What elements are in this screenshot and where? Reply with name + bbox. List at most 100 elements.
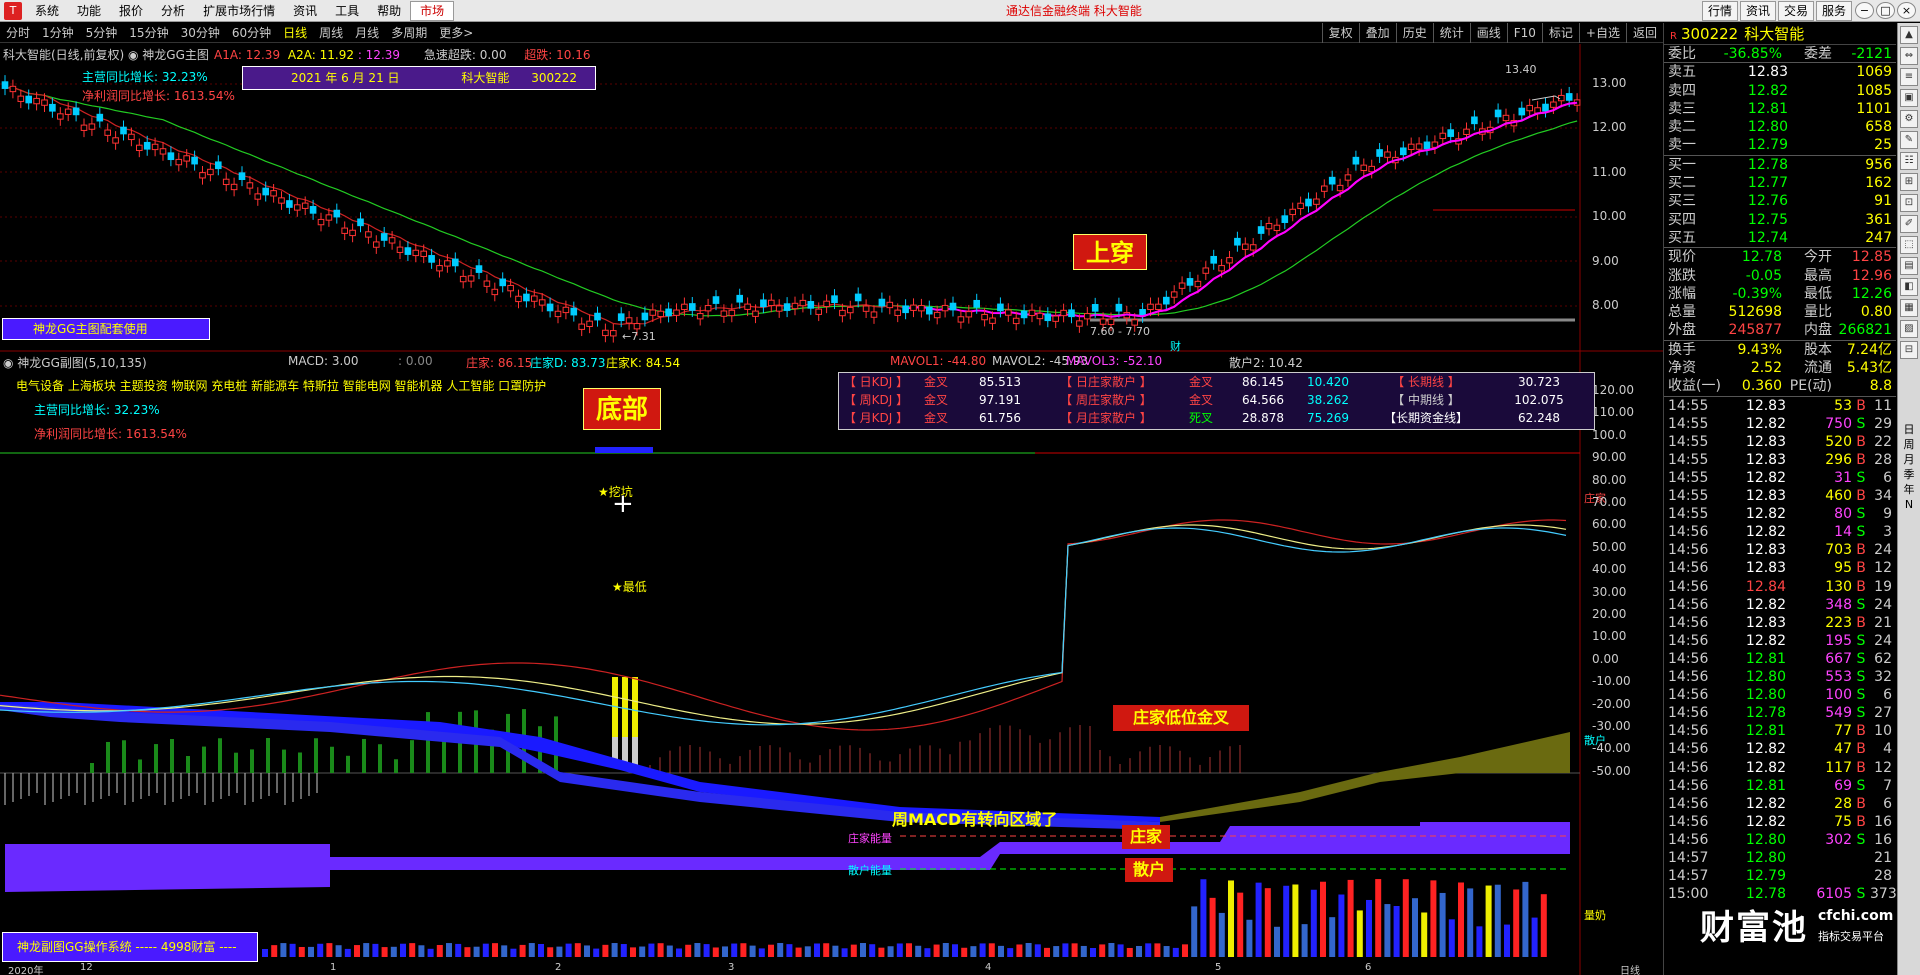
side-period-item[interactable]: 年 — [1898, 482, 1920, 497]
period-tab[interactable]: 15分钟 — [123, 23, 174, 43]
tick-row[interactable]: 14:55 12.83 296 B 28 — [1664, 451, 1896, 469]
tick-row[interactable]: 14:55 12.83 520 B 22 — [1664, 433, 1896, 451]
side-period-item[interactable]: 周 — [1898, 437, 1920, 452]
menu-item-market[interactable]: 市场 — [410, 0, 455, 21]
sell-row[interactable]: 卖四 12.82 1085 — [1664, 82, 1896, 100]
menu-item[interactable]: 帮助 — [368, 0, 410, 22]
period-tab[interactable]: 30分钟 — [175, 23, 226, 43]
side-tool-button[interactable]: ✎ — [1900, 131, 1918, 149]
side-tool-button[interactable]: ▣ — [1900, 89, 1918, 107]
tick-row[interactable]: 14:56 12.82 47 B 4 — [1664, 740, 1896, 758]
close-icon[interactable]: × — [1897, 2, 1916, 19]
menu-item[interactable]: 报价 — [110, 0, 152, 22]
side-tool-button[interactable]: ▦ — [1900, 299, 1918, 317]
buy-row[interactable]: 买一 12.78 956 — [1664, 156, 1896, 174]
side-tool-button[interactable]: ⊡ — [1900, 194, 1918, 212]
tick-row[interactable]: 14:56 12.83 223 B 21 — [1664, 614, 1896, 632]
tick-row[interactable]: 14:57 12.79 28 — [1664, 867, 1896, 885]
tick-row[interactable]: 14:57 12.80 21 — [1664, 849, 1896, 867]
sell-row[interactable]: 卖五 12.83 1069 — [1664, 63, 1896, 81]
tool-button[interactable]: 叠加 — [1358, 22, 1396, 43]
period-tab[interactable]: 周线 — [313, 23, 349, 43]
main-price-chart[interactable] — [0, 44, 1663, 352]
sell-row[interactable]: 卖二 12.80 658 — [1664, 118, 1896, 136]
sell-row[interactable]: 卖三 12.81 1101 — [1664, 100, 1896, 118]
side-period-item[interactable]: N — [1898, 497, 1920, 512]
sell-row[interactable]: 卖一 12.79 25 — [1664, 136, 1896, 154]
tick-row[interactable]: 14:56 12.80 553 S 32 — [1664, 668, 1896, 686]
tick-row[interactable]: 14:56 12.80 302 S 16 — [1664, 831, 1896, 849]
side-tool-button[interactable]: ◧ — [1900, 278, 1918, 296]
tick-row[interactable]: 14:56 12.81 69 S 7 — [1664, 777, 1896, 795]
tick-row[interactable]: 14:55 12.83 53 B 11 — [1664, 397, 1896, 415]
period-tab[interactable]: 分时 — [0, 23, 36, 43]
minimize-icon[interactable]: − — [1855, 2, 1874, 19]
menu-item[interactable]: 系统 — [26, 0, 68, 22]
menu-item[interactable]: 资讯 — [284, 0, 326, 22]
tick-row[interactable]: 14:56 12.83 703 B 24 — [1664, 541, 1896, 559]
period-tab[interactable]: 多周期 — [385, 23, 433, 43]
tick-row[interactable]: 14:56 12.82 117 B 12 — [1664, 759, 1896, 777]
tick-row[interactable]: 14:56 12.82 348 S 24 — [1664, 596, 1896, 614]
tick-row[interactable]: 14:56 12.80 100 S 6 — [1664, 686, 1896, 704]
tick-row[interactable]: 14:56 12.81 77 B 10 — [1664, 722, 1896, 740]
top-button-trade[interactable]: 交易 — [1777, 0, 1814, 21]
period-tab[interactable]: 月线 — [349, 23, 385, 43]
tick-row[interactable]: 14:56 12.82 28 B 6 — [1664, 795, 1896, 813]
tool-button[interactable]: +自选 — [1578, 22, 1626, 43]
side-tool-button[interactable]: ⊞ — [1900, 173, 1918, 191]
side-tool-button[interactable]: ▲ — [1900, 26, 1918, 44]
tick-row[interactable]: 14:56 12.81 667 S 62 — [1664, 650, 1896, 668]
menu-item[interactable]: 功能 — [68, 0, 110, 22]
period-tab[interactable]: 1分钟 — [36, 23, 80, 43]
side-tool-button[interactable]: ⊟ — [1900, 341, 1918, 359]
tick-row[interactable]: 14:55 12.82 80 S 9 — [1664, 505, 1896, 523]
side-period-item[interactable]: 季 — [1898, 467, 1920, 482]
side-tool-button[interactable]: ⚙ — [1900, 110, 1918, 128]
tool-button[interactable]: 统计 — [1432, 22, 1470, 43]
tool-button[interactable]: 画线 — [1469, 22, 1507, 43]
tool-button[interactable]: F10 — [1506, 22, 1542, 43]
top-button-quote[interactable]: 行情 — [1701, 0, 1738, 21]
tool-button[interactable]: 标记 — [1541, 22, 1579, 43]
buy-row[interactable]: 买五 12.74 247 — [1664, 229, 1896, 247]
sub-indicator-chart[interactable]: + — [0, 352, 1663, 975]
tick-row[interactable]: 14:56 12.82 75 B 16 — [1664, 813, 1896, 831]
maximize-icon[interactable]: □ — [1876, 2, 1895, 19]
sub-y-tick: 50.00 — [1592, 539, 1627, 554]
tick-row[interactable]: 14:56 12.78 549 S 27 — [1664, 704, 1896, 722]
tick-list[interactable]: 14:55 12.83 53 B 11 14:55 12.82 750 S 29 14:55 12.8… — [1664, 397, 1897, 904]
side-tool-button[interactable]: ☷ — [1900, 152, 1918, 170]
period-tab[interactable]: 60分钟 — [226, 23, 277, 43]
top-button-service[interactable]: 服务 — [1815, 0, 1852, 21]
period-tab-daily[interactable]: 日线 — [277, 23, 313, 43]
menu-item[interactable]: 分析 — [152, 0, 194, 22]
tick-row[interactable]: 14:56 12.82 14 S 3 — [1664, 523, 1896, 541]
side-tool-button[interactable]: ≡ — [1900, 68, 1918, 86]
side-tool-button[interactable]: ⬚ — [1900, 236, 1918, 254]
tick-row[interactable]: 14:55 12.82 31 S 6 — [1664, 469, 1896, 487]
buy-row[interactable]: 买二 12.77 162 — [1664, 174, 1896, 192]
side-tool-button[interactable]: ✐ — [1900, 215, 1918, 233]
menu-item[interactable]: 扩展市场行情 — [194, 0, 284, 22]
tick-row[interactable]: 14:56 12.82 195 S 24 — [1664, 632, 1896, 650]
side-tool-button[interactable]: ▨ — [1900, 320, 1918, 338]
menu-item[interactable]: 工具 — [326, 0, 368, 22]
tick-row[interactable]: 14:55 12.83 460 B 34 — [1664, 487, 1896, 505]
tool-button[interactable]: 返回 — [1625, 22, 1663, 43]
tick-row[interactable]: 14:56 12.84 130 B 19 — [1664, 578, 1896, 596]
period-tab[interactable]: 5分钟 — [80, 23, 124, 43]
buy-row[interactable]: 买三 12.76 91 — [1664, 192, 1896, 210]
tool-button[interactable]: 复权 — [1321, 22, 1359, 43]
tick-cell: 14:56 — [1668, 687, 1709, 704]
top-button-news[interactable]: 资讯 — [1739, 0, 1776, 21]
period-tab-more[interactable]: 更多> — [433, 23, 479, 43]
side-tool-button[interactable]: ▤ — [1900, 257, 1918, 275]
buy-row[interactable]: 买四 12.75 361 — [1664, 211, 1896, 229]
side-period-item[interactable]: 日 — [1898, 422, 1920, 437]
side-period-item[interactable]: 月 — [1898, 452, 1920, 467]
tick-row[interactable]: 14:56 12.83 95 B 12 — [1664, 559, 1896, 577]
side-tool-button[interactable]: ⇔ — [1900, 47, 1918, 65]
tool-button[interactable]: 历史 — [1395, 22, 1433, 43]
tick-row[interactable]: 14:55 12.82 750 S 29 — [1664, 415, 1896, 433]
